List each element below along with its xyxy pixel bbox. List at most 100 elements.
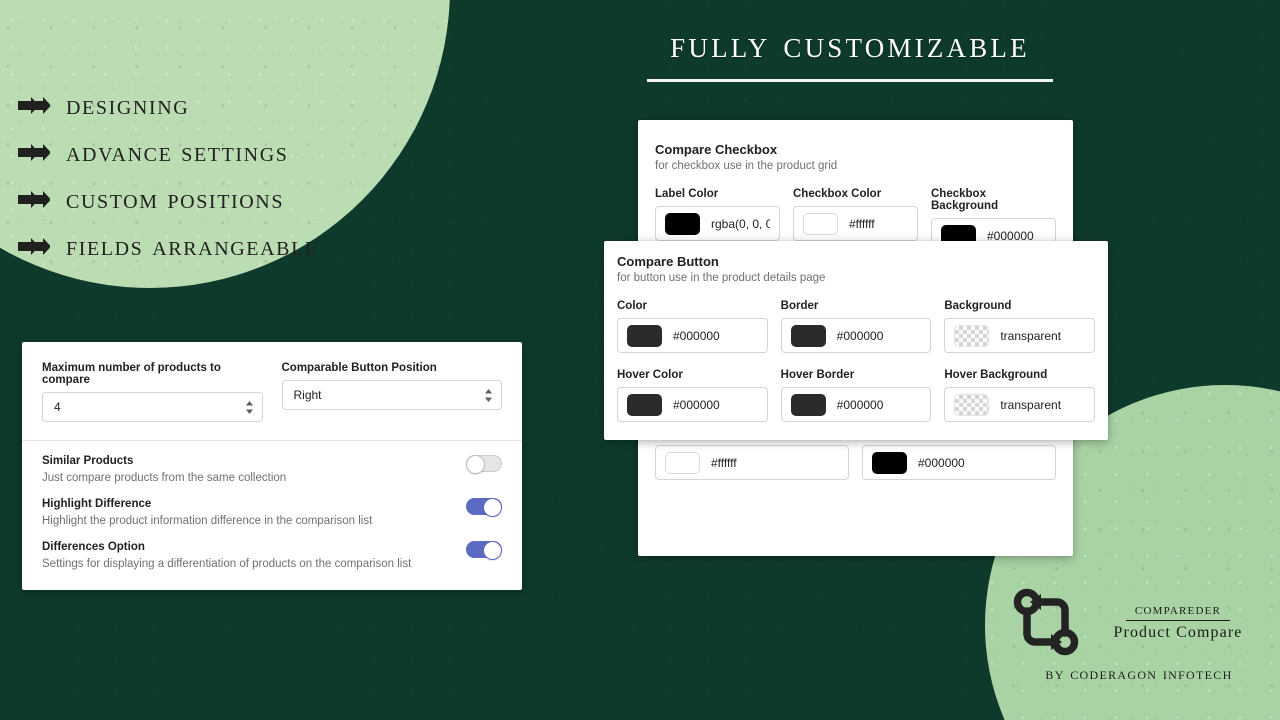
max-products-input[interactable]: 4 xyxy=(42,392,263,422)
color-swatch[interactable] xyxy=(872,451,907,474)
setting-row-differences-option: Differences Option Settings for displayi… xyxy=(42,541,502,570)
compare-button-fields-row-2: Hover Color #000000 Hover Border #000000… xyxy=(617,369,1096,422)
button-color-field: Color #000000 xyxy=(617,300,768,353)
brand-byline: By CodeRagon Infotech xyxy=(1045,664,1233,683)
button-border-field: Border #000000 xyxy=(780,300,932,353)
button-hover-color-field: Hover Color #000000 xyxy=(617,369,768,422)
compare-button-fields-row-1: Color #000000 Border #000000 Background … xyxy=(617,300,1096,353)
branding-text: Compareder Product Compare xyxy=(1088,602,1268,643)
headline-block: Fully Customizable xyxy=(610,22,1090,82)
color-value: transparent xyxy=(1000,328,1062,343)
sticky-color-input[interactable]: #ffffff xyxy=(655,445,849,480)
max-products-label: Maximum number of products to compare xyxy=(42,362,221,386)
setting-description: Just compare products from the same coll… xyxy=(42,472,287,484)
brand-tagline: Product Compare xyxy=(1113,624,1243,642)
compare-branches-icon xyxy=(1010,586,1082,658)
compare-button-card: Compare Button for button use in the pro… xyxy=(604,241,1108,440)
color-swatch[interactable] xyxy=(803,212,838,235)
number-stepper-icon[interactable] xyxy=(245,400,254,415)
color-value: transparent xyxy=(1000,397,1062,412)
setting-description: Highlight the product information differ… xyxy=(42,515,373,527)
list-item: Advance Settings xyxy=(18,129,319,176)
setting-row-similar-products: Similar Products Just compare products f… xyxy=(42,455,502,484)
double-arrow-icon xyxy=(18,191,51,208)
select-chevron-icon[interactable] xyxy=(484,388,493,403)
label-color-input[interactable]: rgba(0, 0, 0, 1) xyxy=(655,206,780,241)
button-position-field: Comparable Button Position Right xyxy=(281,362,502,422)
title-underline xyxy=(647,79,1053,82)
double-arrow-icon xyxy=(18,238,51,255)
color-swatch[interactable] xyxy=(627,393,662,416)
color-swatch[interactable] xyxy=(627,324,662,347)
toggle-knob xyxy=(483,541,502,560)
general-settings-card: Maximum number of products to compare 4 … xyxy=(22,342,522,590)
transparent-swatch[interactable] xyxy=(954,393,990,416)
color-value: #000000 xyxy=(918,455,965,470)
field-label: Checkbox Color xyxy=(793,188,882,200)
list-item-label: Custom Positions xyxy=(66,183,285,215)
field-label: Checkbox Background xyxy=(931,188,999,212)
feature-list: Designing Advance Settings Custom Positi… xyxy=(18,82,319,270)
button-background-field: Background transparent xyxy=(944,300,1096,353)
color-swatch[interactable] xyxy=(665,212,700,235)
field-label: Hover Border xyxy=(780,369,855,381)
toggle-similar-products[interactable] xyxy=(466,455,502,474)
double-arrow-icon xyxy=(18,97,51,114)
setting-title: Highlight Difference xyxy=(42,498,152,510)
branding-top-row: Compareder Product Compare xyxy=(1010,586,1268,658)
color-swatch[interactable] xyxy=(790,393,826,416)
color-value: #ffffff xyxy=(711,455,737,470)
compare-checkbox-title: Compare Checkbox xyxy=(655,142,778,157)
button-hover-color-input[interactable]: #000000 xyxy=(617,387,768,422)
list-item: Fields Arrangeable xyxy=(18,223,319,270)
brand-name-underline xyxy=(1126,619,1230,622)
color-swatch[interactable] xyxy=(665,451,700,474)
color-value: #000000 xyxy=(673,397,720,412)
button-hover-border-field: Hover Border #000000 xyxy=(780,369,932,422)
button-position-select[interactable]: Right xyxy=(281,380,502,410)
button-border-input[interactable]: #000000 xyxy=(780,318,932,353)
page-title: Fully Customizable xyxy=(670,23,1030,66)
color-value: #000000 xyxy=(673,328,720,343)
button-hover-border-input[interactable]: #000000 xyxy=(780,387,932,422)
field-label: Hover Color xyxy=(617,369,683,381)
color-value: #ffffff xyxy=(849,216,875,231)
button-position-label: Comparable Button Position xyxy=(281,362,437,374)
field-label: Border xyxy=(780,300,819,312)
color-value: rgba(0, 0, 0, 1) xyxy=(711,216,770,231)
max-products-value: 4 xyxy=(54,400,61,414)
sticky-background-input[interactable]: #000000 xyxy=(862,445,1056,480)
list-item: Custom Positions xyxy=(18,176,319,223)
color-value: #000000 xyxy=(836,397,884,412)
button-hover-background-field: Hover Background transparent xyxy=(944,369,1096,422)
brand-name: Compareder xyxy=(1134,601,1222,618)
toggle-knob xyxy=(483,498,502,517)
button-position-value: Right xyxy=(293,388,322,402)
field-label: Label Color xyxy=(655,188,719,200)
compare-button-subtitle: for button use in the product details pa… xyxy=(617,272,826,284)
color-swatch[interactable] xyxy=(790,324,826,347)
toggle-settings-list: Similar Products Just compare products f… xyxy=(22,441,522,570)
setting-title: Similar Products xyxy=(42,455,134,467)
field-label: Background xyxy=(944,300,1012,312)
toggle-differences-option[interactable] xyxy=(466,541,502,560)
list-item: Designing xyxy=(18,82,319,129)
general-settings-fields: Maximum number of products to compare 4 … xyxy=(22,342,522,440)
field-label: Hover Background xyxy=(944,369,1048,381)
transparent-swatch[interactable] xyxy=(954,324,990,347)
button-background-input[interactable]: transparent xyxy=(944,318,1096,353)
toggle-knob xyxy=(466,455,485,474)
list-item-label: Fields Arrangeable xyxy=(66,230,319,262)
setting-title: Differences Option xyxy=(42,541,145,553)
list-item-label: Designing xyxy=(66,89,190,121)
color-value: #000000 xyxy=(836,328,884,343)
toggle-highlight-difference[interactable] xyxy=(466,498,502,517)
button-color-input[interactable]: #000000 xyxy=(617,318,768,353)
checkbox-color-input[interactable]: #ffffff xyxy=(793,206,918,241)
setting-row-highlight-difference: Highlight Difference Highlight the produ… xyxy=(42,498,502,527)
field-label: Color xyxy=(617,300,648,312)
compare-button-title: Compare Button xyxy=(617,254,719,269)
setting-description: Settings for displaying a differentiatio… xyxy=(42,558,412,570)
double-arrow-icon xyxy=(18,144,51,161)
button-hover-background-input[interactable]: transparent xyxy=(944,387,1096,422)
